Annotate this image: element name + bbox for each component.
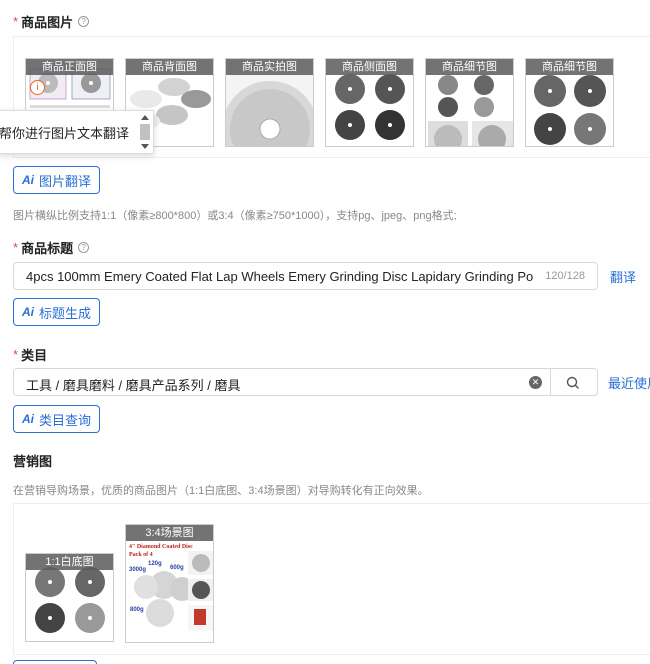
product-thumb-side[interactable]: 商品侧面图 — [325, 58, 414, 147]
scene-grit-600: 600g — [170, 565, 184, 571]
scene-image — [126, 525, 213, 642]
marketing-thumb-scene[interactable]: 3:4场景图 4" Diamond Coated Disc Pack of 4 … — [125, 524, 214, 643]
title-input[interactable]: 4pcs 100mm Emery Coated Flat Lap Wheels … — [13, 262, 598, 290]
bottom-button-edge — [13, 660, 97, 664]
product-images-label: * 商品图片 ? — [13, 12, 90, 31]
title-input-value: 4pcs 100mm Emery Coated Flat Lap Wheels … — [26, 269, 534, 284]
scroll-thumb — [140, 124, 150, 140]
scene-grit-800: 800g — [130, 607, 144, 613]
help-icon[interactable]: ? — [78, 16, 90, 27]
scene-caption-text: 4" Diamond Coated Disc — [129, 544, 193, 550]
scroll-down-icon — [141, 144, 149, 149]
tooltip-scrollbar[interactable] — [139, 113, 151, 151]
title-char-counter: 120/128 — [545, 270, 585, 282]
title-generate-button[interactable]: Ai 标题生成 — [13, 298, 101, 326]
title-label: * 商品标题 ? — [13, 238, 90, 257]
product-thumb-real[interactable]: 商品实拍图 — [225, 58, 314, 147]
search-icon[interactable] — [566, 376, 580, 390]
help-icon[interactable]: ? — [78, 242, 90, 253]
scene-grit-3000: 3000g — [129, 567, 147, 573]
info-icon[interactable]: i — [30, 80, 45, 95]
category-label: * 类目 — [13, 347, 48, 363]
image-translate-tooltip: 帮你进行图片文本翻译 — [0, 110, 154, 154]
image-format-hint: 图片横纵比例支持1:1（像素≥800*800）或3:4（像素≥750*1000）… — [13, 210, 457, 222]
clear-icon[interactable]: ✕ — [529, 376, 542, 389]
marketing-hint: 在营销导购场景，优质的商品图片（1:1白底图、3:4场景图）对导购转化有正向效果… — [13, 485, 429, 497]
product-thumb-detail-1[interactable]: 商品细节图 — [425, 58, 514, 147]
image-translate-button[interactable]: Ai 图片翻译 — [13, 166, 101, 194]
scene-pack-text: Pack of 4 — [129, 552, 153, 558]
category-query-button[interactable]: Ai 类目查询 — [13, 405, 101, 433]
marketing-images-panel: 1:1白底图 3:4场景图 4" Diamond Coated Disc Pac… — [13, 503, 650, 655]
product-thumb-detail-2[interactable]: 商品细节图 — [525, 58, 614, 147]
ai-icon: Ai — [22, 412, 34, 426]
ai-icon: Ai — [22, 173, 34, 187]
category-select[interactable]: 工具 / 磨具磨料 / 磨具产品系列 / 磨具 ✕ — [13, 368, 598, 396]
marketing-thumb-square[interactable]: 1:1白底图 — [25, 553, 114, 642]
title-translate-link[interactable]: 翻译 — [610, 267, 636, 286]
category-value: 工具 / 磨具磨料 / 磨具产品系列 / 磨具 — [26, 378, 241, 393]
scene-grit-120: 120g — [148, 561, 162, 567]
ai-icon: Ai — [22, 305, 34, 319]
recent-category-link[interactable]: 最近使用 — [608, 373, 650, 392]
scroll-up-icon — [141, 115, 149, 120]
marketing-label: 营销图 — [13, 454, 53, 469]
